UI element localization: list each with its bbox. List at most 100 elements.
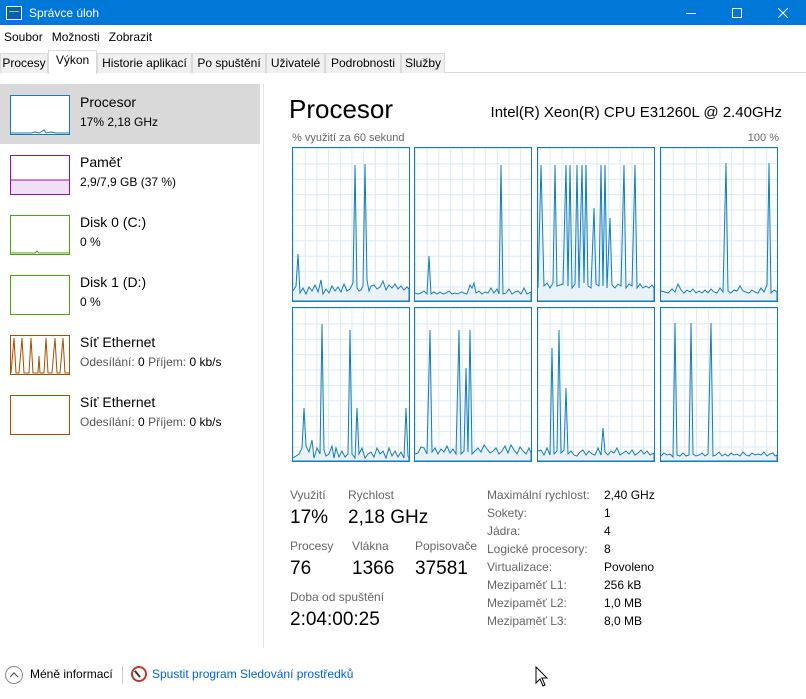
speed-value: 2,18 GHz [348,507,429,528]
sidebar-item-memory[interactable]: Paměť 2,9/7,9 GB (37 %) [0,144,260,204]
graph-caption: % využití za 60 sekund [292,132,405,144]
logical-processor-graph[interactable] [414,147,532,302]
send-value: 0 [138,355,145,369]
spec-label: Logické procesory: [487,542,588,556]
spec-label: Mezipaměť L3: [487,614,567,628]
maximize-icon [732,7,742,18]
sidebar-item-value: Odesílání: 0 Příjem: 0 kb/s [80,415,221,429]
sidebar-item-cpu[interactable]: Procesor 17% 2,18 GHz [0,84,260,144]
spec-label: Maximální rychlost: [487,488,590,502]
fewer-details-button[interactable]: Méně informací [30,667,113,681]
logical-processor-graph[interactable] [292,307,410,462]
spec-value: 1,0 MB [604,596,643,610]
tab-services[interactable]: Služby [401,53,445,73]
minimize-button[interactable] [668,0,714,25]
processes-value: 76 [290,558,312,579]
minimize-icon [686,12,696,14]
spec-value: 1 [604,506,611,520]
sidebar-item-label: Síť Ethernet [80,394,156,410]
sidebar-item-ethernet-2[interactable]: Síť Ethernet Odesílání: 0 Příjem: 0 kb/s [0,384,260,444]
spec-label: Mezipaměť L1: [487,578,567,592]
sidebar-divider[interactable] [263,84,264,648]
logical-processor-graph[interactable] [414,307,532,462]
sidebar-item-value: 2,9/7,9 GB (37 %) [80,175,177,189]
sidebar-item-ethernet-1[interactable]: Síť Ethernet Odesílání: 0 Příjem: 0 kb/s [0,324,260,384]
disk1-mini-graph [10,275,70,315]
spec-label: Sokety: [487,506,528,520]
threads-value: 1366 [352,558,395,579]
tab-details[interactable]: Podrobnosti [325,53,401,73]
send-label: Odesílání: [80,355,135,369]
title-bar[interactable]: Správce úloh [0,0,806,25]
window-title: Správce úloh [29,5,100,20]
open-resource-monitor-link[interactable]: Spustit program Sledování prostředků [152,667,353,681]
sidebar-item-value: 0 % [80,295,101,309]
menu-bar: Soubor Možnosti Zobrazit [0,25,806,49]
sidebar-item-disk-0[interactable]: Disk 0 (C:) 0 % [0,204,260,264]
ethernet2-mini-graph [10,395,70,435]
tab-performance[interactable]: Výkon [48,50,97,74]
sidebar-item-label: Procesor [80,94,137,110]
spec-value: 2,40 GHz [604,488,655,502]
bottom-bar: Méně informací Spustit program Sledování… [0,658,806,692]
close-button[interactable] [760,0,806,25]
resource-monitor-icon[interactable] [131,666,147,682]
sidebar-item-label: Disk 1 (D:) [80,274,147,290]
uptime-value: 2:04:00:25 [290,609,380,630]
resource-sidebar: Procesor 17% 2,18 GHz Paměť 2,9/7,9 GB (… [0,84,263,644]
send-value: 0 [138,415,145,429]
maximize-button[interactable] [714,0,760,25]
spec-label: Mezipaměť L2: [487,596,567,610]
sidebar-item-value: Odesílání: 0 Příjem: 0 kb/s [80,355,221,369]
logical-processor-graph[interactable] [292,147,410,302]
send-label: Odesílání: [80,415,135,429]
menu-view[interactable]: Zobrazit [105,25,157,49]
sidebar-item-label: Paměť [80,154,122,170]
task-manager-icon [6,5,22,20]
speed-label: Rychlost [348,488,395,502]
utilization-label: Využití [290,488,326,502]
memory-mini-graph [10,155,70,195]
tab-users[interactable]: Uživatelé [266,53,325,73]
logical-processor-graph[interactable] [660,147,778,302]
sidebar-item-label: Disk 0 (C:) [80,214,147,230]
sidebar-item-disk-1[interactable]: Disk 1 (D:) 0 % [0,264,260,324]
receive-value: 0 kb/s [189,415,222,429]
tab-app-history[interactable]: Historie aplikací [97,53,192,73]
graph-max-label: 100 % [747,132,779,144]
handles-label: Popisovače [415,539,478,553]
sidebar-item-value: 17% 2,18 GHz [80,115,159,129]
bottom-divider [122,666,123,684]
logical-processor-graph[interactable] [537,307,655,462]
receive-value: 0 kb/s [189,355,222,369]
cpu-mini-graph [10,95,70,135]
tab-startup[interactable]: Po spuštění [192,53,266,73]
chevron-up-icon[interactable] [5,666,23,684]
close-icon [778,7,788,18]
handles-value: 37581 [415,558,468,579]
receive-label: Příjem: [148,415,187,429]
threads-label: Vlákna [352,539,389,553]
utilization-value: 17% [290,507,329,528]
logical-processor-graph[interactable] [660,307,778,462]
cpu-model: Intel(R) Xeon(R) CPU E31260L @ 2.40GHz [490,104,782,121]
sidebar-item-value: 0 % [80,235,101,249]
tab-bar: Procesy Výkon Historie aplikací Po spušt… [0,49,806,74]
logical-processor-graph[interactable] [537,147,655,302]
sidebar-item-label: Síť Ethernet [80,334,156,350]
spec-value: Povoleno [604,560,655,574]
spec-label: Jádra: [487,524,521,538]
spec-label: Virtualizace: [487,560,553,574]
page-title: Procesor [289,94,394,124]
disk0-mini-graph [10,215,70,255]
uptime-label: Doba od spuštění [290,590,385,604]
spec-value: 4 [604,524,611,538]
processes-label: Procesy [290,539,334,553]
spec-value: 8,0 MB [604,614,643,628]
spec-value: 256 kB [604,578,642,592]
menu-file[interactable]: Soubor [0,25,48,49]
tab-processes[interactable]: Procesy [0,53,48,73]
receive-label: Příjem: [148,355,187,369]
mouse-cursor-icon [535,666,549,687]
menu-options[interactable]: Možnosti [48,25,105,49]
